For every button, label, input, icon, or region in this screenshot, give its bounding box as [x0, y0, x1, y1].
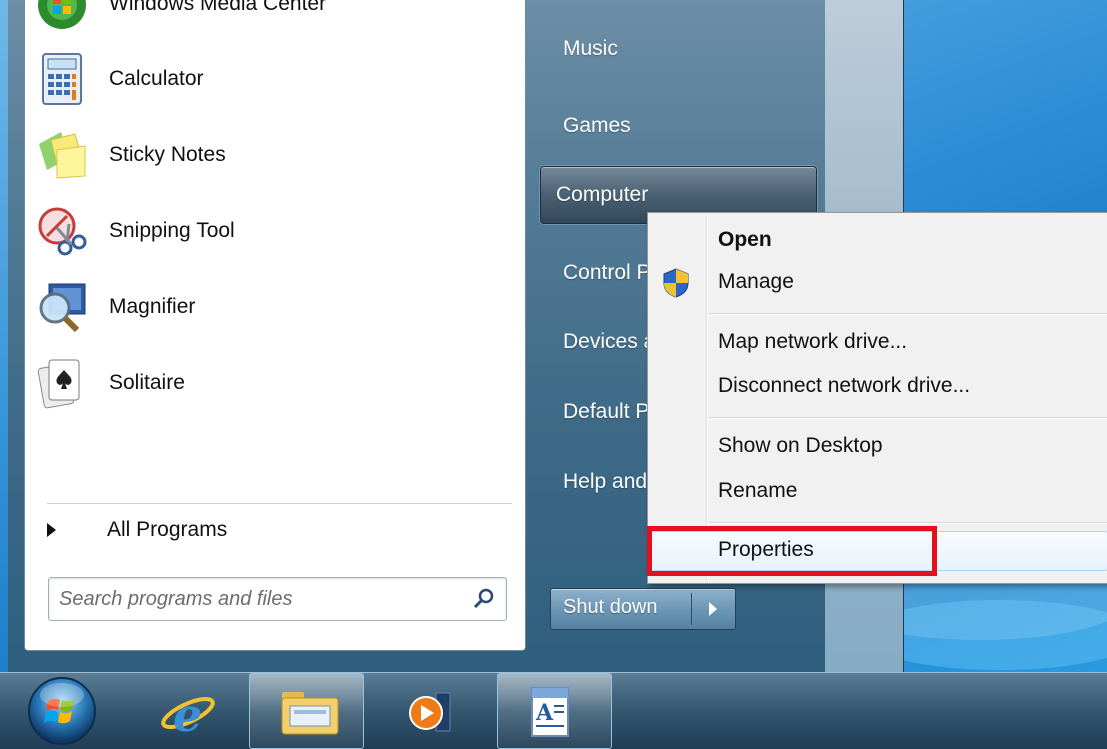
- taskbar-internet-explorer[interactable]: e: [130, 673, 245, 749]
- menu-item-label: Disconnect network drive...: [718, 374, 971, 397]
- start-link-label: Computer: [556, 183, 649, 206]
- menu-separator: [708, 417, 1107, 419]
- all-programs-label: All Programs: [107, 518, 228, 541]
- snipping-tool-icon: [38, 207, 87, 256]
- menu-separator: [708, 522, 1107, 524]
- program-label: Solitaire: [109, 371, 185, 394]
- search-icon[interactable]: [472, 587, 496, 611]
- svg-text:A: A: [535, 700, 554, 726]
- divider: [47, 503, 512, 504]
- taskbar-windows-explorer[interactable]: [249, 673, 364, 749]
- menu-item-manage[interactable]: Manage: [650, 263, 1107, 303]
- program-sticky-notes[interactable]: Sticky Notes: [25, 120, 505, 190]
- sticky-notes-icon: [39, 132, 86, 179]
- taskbar: e A: [0, 672, 1107, 749]
- magnifier-icon: [39, 283, 86, 333]
- program-magnifier[interactable]: Magnifier: [25, 272, 505, 342]
- highlight-box: [647, 526, 937, 576]
- taskbar-wordpad[interactable]: A: [497, 673, 612, 749]
- menu-separator: [708, 313, 1107, 315]
- start-link-label: Games: [563, 114, 631, 137]
- program-label: Sticky Notes: [109, 143, 226, 166]
- uac-shield-icon: [663, 268, 689, 298]
- menu-item-open[interactable]: Open: [650, 221, 1107, 261]
- calculator-icon: [42, 53, 82, 105]
- windows-media-center-icon: [38, 0, 86, 29]
- start-link-label: Music: [563, 37, 618, 60]
- start-menu-programs-pane: Windows Media Center Calculator Sticky N…: [24, 0, 526, 651]
- wordpad-icon: A: [531, 687, 569, 737]
- shutdown-label: Shut down: [563, 596, 658, 618]
- menu-item-label: Open: [718, 228, 772, 251]
- menu-item-label: Rename: [718, 479, 798, 502]
- menu-item-rename[interactable]: Rename: [650, 472, 1107, 512]
- arrow-right-icon: [709, 602, 717, 616]
- internet-explorer-icon: e: [161, 688, 215, 739]
- search-input[interactable]: [57, 583, 461, 615]
- windows-explorer-icon: [281, 692, 339, 735]
- taskbar-media-player[interactable]: [378, 673, 493, 749]
- start-orb-icon[interactable]: [24, 673, 100, 749]
- shutdown-button[interactable]: Shut down: [550, 588, 736, 630]
- svg-text:e: e: [173, 688, 202, 739]
- program-windows-media-center[interactable]: Windows Media Center: [25, 0, 505, 40]
- start-link-music[interactable]: Music: [548, 20, 816, 78]
- menu-item-show-on-desktop[interactable]: Show on Desktop: [650, 427, 1107, 467]
- shutdown-options-button[interactable]: [692, 589, 735, 629]
- arrow-right-icon: [47, 523, 56, 537]
- start-link-games[interactable]: Games: [548, 97, 816, 155]
- menu-item-disconnect-network-drive[interactable]: Disconnect network drive...: [650, 367, 1107, 407]
- menu-item-label: Manage: [718, 270, 794, 293]
- program-calculator[interactable]: Calculator: [25, 44, 505, 114]
- solitaire-icon: [37, 359, 80, 409]
- media-player-icon: [409, 692, 451, 732]
- menu-item-label: Map network drive...: [718, 330, 908, 353]
- menu-item-label: Show on Desktop: [718, 434, 883, 457]
- search-box[interactable]: [48, 577, 507, 621]
- program-label: Magnifier: [109, 295, 196, 318]
- all-programs-button[interactable]: All Programs: [43, 513, 513, 551]
- program-snipping-tool[interactable]: Snipping Tool: [25, 196, 505, 266]
- program-solitaire[interactable]: Solitaire: [25, 348, 505, 418]
- program-label: Calculator: [109, 67, 204, 90]
- program-label: Snipping Tool: [109, 219, 235, 242]
- program-label: Windows Media Center: [109, 0, 327, 15]
- menu-item-map-network-drive[interactable]: Map network drive...: [650, 323, 1107, 363]
